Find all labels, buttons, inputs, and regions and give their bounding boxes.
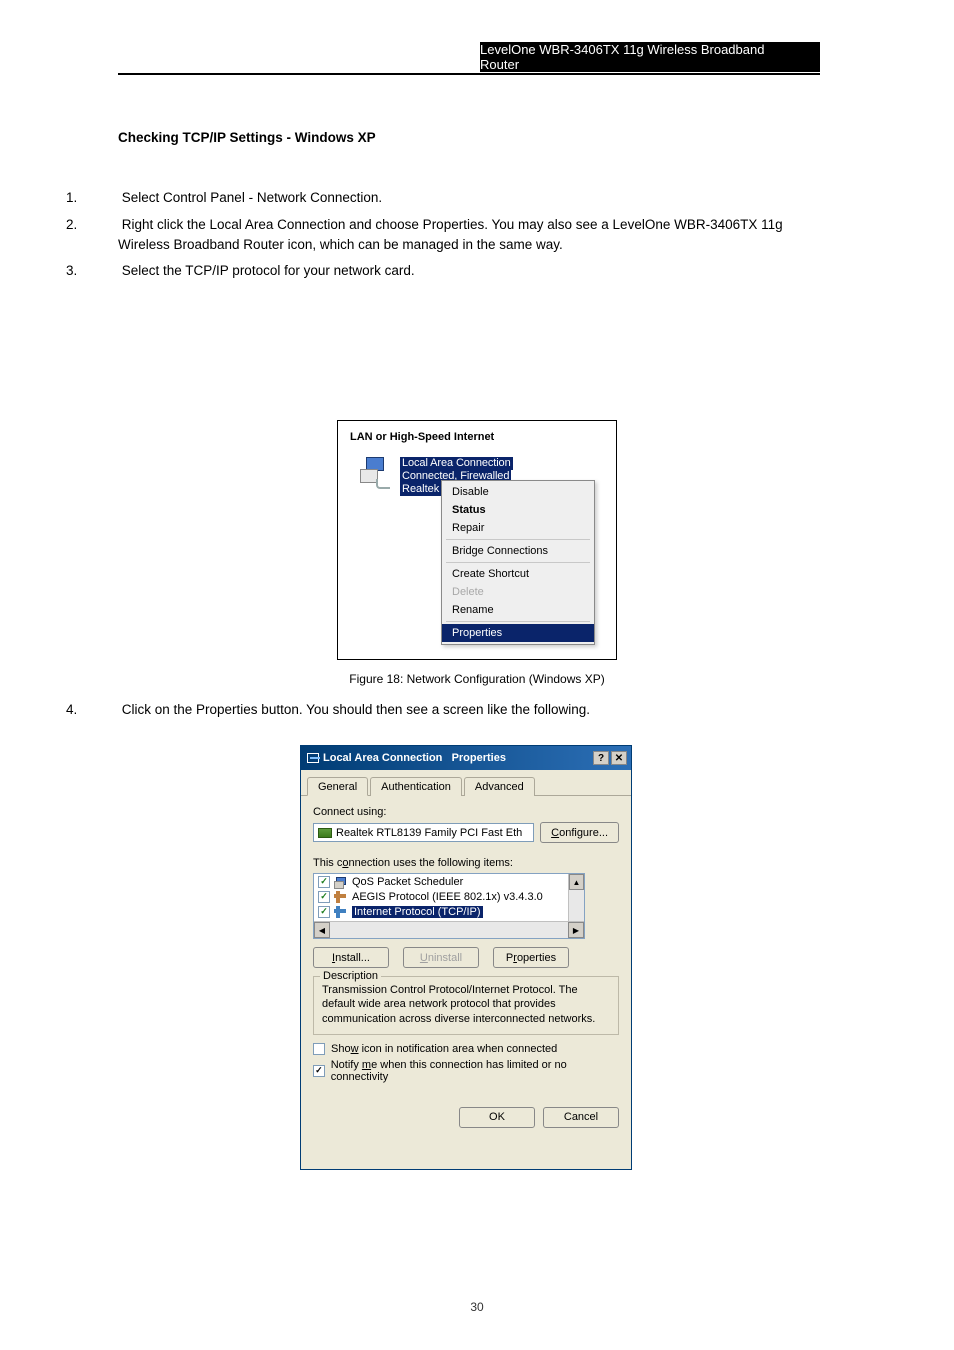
items-listbox[interactable]: ✓ QoS Packet Scheduler ✓ AEGIS Protocol …: [313, 873, 585, 939]
close-button[interactable]: ✕: [611, 751, 627, 765]
step4-text: Click on the Properties button. You shou…: [118, 702, 590, 717]
properties-button[interactable]: Properties: [493, 947, 569, 968]
menu-separator: [446, 539, 590, 540]
titlebar-icon: [307, 753, 319, 763]
connect-using-label: Connect using:: [313, 806, 619, 818]
connection-nic: Realtek: [400, 483, 441, 496]
configure-button[interactable]: Configure...: [540, 822, 619, 843]
list-item-tcpip[interactable]: ✓ Internet Protocol (TCP/IP): [314, 904, 584, 919]
list-item-label: QoS Packet Scheduler: [352, 876, 463, 888]
header-rule: [118, 73, 820, 75]
document-body: Checking TCP/IP Settings - Windows XP 1.…: [118, 128, 820, 287]
description-legend: Description: [320, 970, 381, 982]
step2-num: 2.: [66, 215, 118, 235]
adapter-field[interactable]: Realtek RTL8139 Family PCI Fast Eth: [313, 823, 534, 842]
uninstall-button: Uninstall: [403, 947, 479, 968]
step1-num: 1.: [66, 188, 118, 208]
scroll-up-icon[interactable]: ▲: [569, 874, 584, 890]
menu-disable[interactable]: Disable: [442, 483, 594, 501]
dialog-titlebar: Local Area Connection Properties ? ✕: [301, 746, 631, 770]
step2-text: Right click the Local Area Connection an…: [118, 217, 783, 252]
description-text: Transmission Control Protocol/Internet P…: [322, 983, 610, 1026]
ok-button[interactable]: OK: [459, 1107, 535, 1128]
menu-status[interactable]: Status: [442, 501, 594, 519]
aegis-icon: [334, 891, 348, 903]
connection-name[interactable]: Local Area Connection: [400, 457, 513, 470]
header-brand: LevelOne WBR-3406TX 11g Wireless Broadba…: [480, 42, 820, 72]
nic-icon: [318, 828, 332, 838]
dialog-tabs: General Authentication Advanced: [301, 770, 631, 796]
checkbox-icon[interactable]: ✓: [318, 876, 330, 888]
menu-delete: Delete: [442, 583, 594, 601]
list-item-label: Internet Protocol (TCP/IP): [352, 906, 483, 918]
list-item-label: AEGIS Protocol (IEEE 802.1x) v3.4.3.0: [352, 891, 543, 903]
install-button[interactable]: Install...: [313, 947, 389, 968]
qos-icon: [334, 876, 348, 888]
lan-heading: LAN or High-Speed Internet: [350, 431, 494, 443]
step3-num: 3.: [66, 261, 118, 281]
adapter-name: Realtek RTL8139 Family PCI Fast Eth: [336, 827, 522, 839]
vertical-scrollbar[interactable]: ▲: [568, 874, 584, 921]
menu-properties[interactable]: Properties: [442, 624, 594, 642]
tab-general[interactable]: General: [307, 777, 368, 796]
help-button[interactable]: ?: [593, 751, 609, 765]
notify-label: Notify me when this connection has limit…: [331, 1059, 619, 1083]
menu-repair[interactable]: Repair: [442, 519, 594, 537]
section-title: Checking TCP/IP Settings - Windows XP: [118, 128, 820, 148]
figure2-dialog: Local Area Connection Properties ? ✕ Gen…: [300, 745, 632, 1170]
tcpip-icon: [334, 906, 348, 918]
step3-text: Select the TCP/IP protocol for your netw…: [118, 263, 415, 278]
figure1-screenshot: LAN or High-Speed Internet Local Area Co…: [337, 420, 617, 660]
description-fieldset: Description Transmission Control Protoco…: [313, 976, 619, 1035]
page-number: 30: [0, 1300, 954, 1314]
scroll-right-icon[interactable]: ▶: [568, 922, 584, 938]
menu-shortcut[interactable]: Create Shortcut: [442, 565, 594, 583]
step4-block: 4. Click on the Properties button. You s…: [118, 700, 820, 726]
show-icon-label: Show icon in notification area when conn…: [331, 1043, 557, 1055]
notify-checkbox[interactable]: ✓: [313, 1065, 325, 1077]
cancel-button[interactable]: Cancel: [543, 1107, 619, 1128]
menu-separator: [446, 621, 590, 622]
tab-authentication[interactable]: Authentication: [370, 777, 462, 796]
show-icon-checkbox[interactable]: [313, 1043, 325, 1055]
lan-connection-icon: [360, 457, 396, 493]
brand-text: LevelOne WBR-3406TX 11g Wireless Broadba…: [480, 42, 802, 72]
menu-bridge[interactable]: Bridge Connections: [442, 542, 594, 560]
items-label: This connection uses the following items…: [313, 857, 619, 869]
figure1-caption: Figure 18: Network Configuration (Window…: [0, 672, 954, 686]
context-menu: Disable Status Repair Bridge Connections…: [441, 480, 595, 645]
scroll-left-icon[interactable]: ◀: [314, 922, 330, 938]
menu-rename[interactable]: Rename: [442, 601, 594, 619]
checkbox-icon[interactable]: ✓: [318, 906, 330, 918]
step4-num: 4.: [66, 700, 118, 720]
list-item-qos[interactable]: ✓ QoS Packet Scheduler: [314, 874, 584, 889]
step1-text: Select Control Panel - Network Connectio…: [118, 190, 382, 205]
horizontal-scrollbar[interactable]: ◀ ▶: [314, 921, 584, 938]
dialog-title: Local Area Connection Properties: [323, 752, 506, 764]
tab-advanced[interactable]: Advanced: [464, 777, 535, 796]
checkbox-icon[interactable]: ✓: [318, 891, 330, 903]
menu-separator: [446, 562, 590, 563]
list-item-aegis[interactable]: ✓ AEGIS Protocol (IEEE 802.1x) v3.4.3.0: [314, 889, 584, 904]
